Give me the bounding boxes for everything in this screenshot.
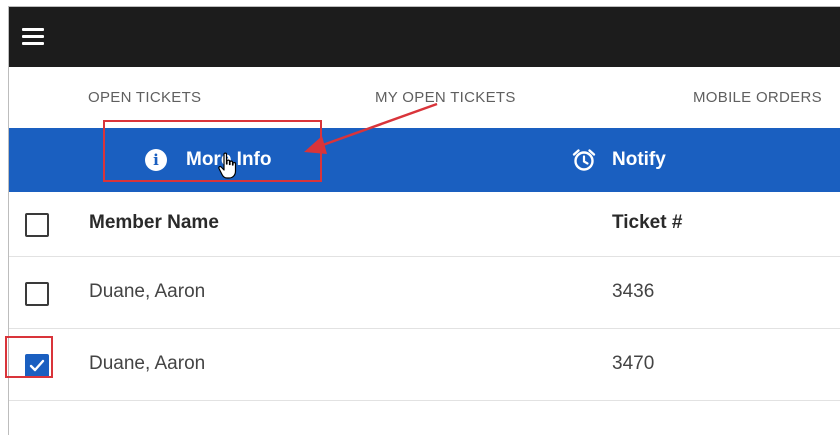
hand-cursor-icon — [218, 152, 237, 179]
info-icon: i — [145, 149, 167, 171]
ticket-number-cell: 3436 — [612, 281, 655, 302]
member-name-cell: Duane, Aaron — [89, 281, 206, 302]
checkmark-icon — [29, 359, 45, 372]
app-bar — [9, 7, 840, 67]
row-checkbox[interactable] — [25, 282, 49, 306]
alarm-clock-icon — [572, 149, 596, 171]
notify-button[interactable]: Notify — [571, 128, 666, 192]
tab-open-tickets[interactable]: OPEN TICKETS — [88, 89, 201, 106]
column-header-member-name[interactable]: Member Name — [89, 212, 219, 234]
tab-my-open-tickets[interactable]: MY OPEN TICKETS — [375, 89, 516, 106]
column-header-ticket-number[interactable]: Ticket # — [612, 212, 682, 234]
select-all-checkbox[interactable] — [25, 213, 49, 237]
table-row[interactable]: Duane, Aaron 3436 — [9, 257, 840, 329]
member-name-cell: Duane, Aaron — [89, 353, 206, 374]
more-info-button[interactable]: i More Info — [145, 128, 272, 192]
tickets-table: Member Name Ticket # Duane, Aaron 3436 D… — [9, 192, 840, 401]
table-row[interactable]: Duane, Aaron 3470 — [9, 329, 840, 401]
ticket-tabs: OPEN TICKETS MY OPEN TICKETS MOBILE ORDE… — [9, 67, 840, 128]
row-checkbox-checked[interactable] — [25, 354, 49, 378]
ticket-number-cell: 3470 — [612, 353, 655, 374]
action-bar: i More Info Notify — [9, 128, 840, 192]
app-window: OPEN TICKETS MY OPEN TICKETS MOBILE ORDE… — [8, 6, 840, 435]
hamburger-menu-icon[interactable] — [22, 28, 44, 45]
notify-label: Notify — [612, 149, 666, 170]
table-header-row: Member Name Ticket # — [9, 192, 840, 257]
tab-mobile-orders[interactable]: MOBILE ORDERS — [693, 89, 822, 106]
